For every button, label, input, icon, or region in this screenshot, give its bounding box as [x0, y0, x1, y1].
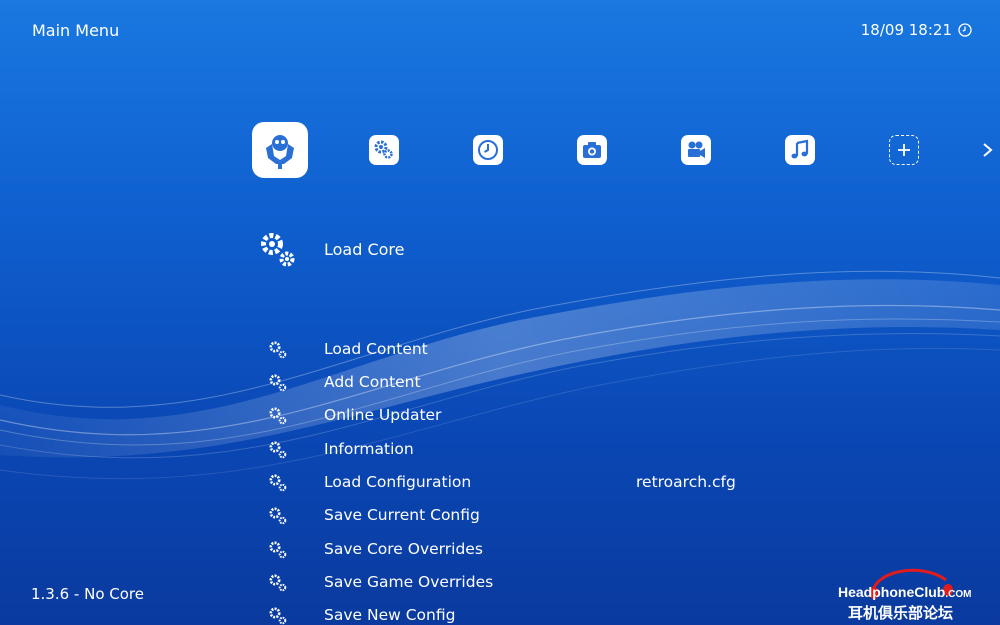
- tab-settings-tile: [369, 135, 399, 165]
- menu-item-load-content[interactable]: Load Content: [268, 336, 828, 364]
- gears-icon: [269, 341, 287, 359]
- menu-item-save-game-overrides[interactable]: Save Game Overrides: [268, 569, 828, 597]
- menu-item-save-new-config[interactable]: Save New Config: [268, 602, 828, 625]
- menu-item-label: Information: [324, 440, 414, 458]
- gears-icon: [269, 374, 287, 392]
- retroarch-invader-icon: [266, 135, 294, 169]
- tab-add-tile: [889, 135, 919, 165]
- tab-images-tile: [577, 135, 607, 165]
- tab-images[interactable]: [564, 122, 620, 178]
- gears-icon: [269, 474, 287, 492]
- gears-icon: [269, 441, 287, 459]
- menu-item-value: retroarch.cfg: [636, 473, 736, 491]
- tab-history-tile: [473, 135, 503, 165]
- gears-icon: [261, 233, 295, 267]
- gears-icon: [269, 507, 287, 525]
- menu-item-label: Save Current Config: [324, 506, 480, 524]
- menu-item-label: Load Configuration: [324, 473, 472, 491]
- tab-next-partial[interactable]: [980, 122, 1000, 178]
- tab-main-menu-tile: [252, 122, 308, 178]
- gears-icon: [269, 574, 287, 592]
- movie-camera-icon: [688, 141, 705, 158]
- chevron-right-icon: [983, 143, 993, 157]
- gears-icon: [269, 407, 287, 425]
- gears-icon: [269, 541, 287, 559]
- tab-main-menu[interactable]: [252, 122, 308, 178]
- menu-item-label: Save Game Overrides: [324, 573, 494, 591]
- tab-settings[interactable]: [356, 122, 412, 178]
- tab-bar: [252, 122, 1000, 178]
- watermark-text: HeadphoneClub.COM: [838, 584, 971, 600]
- selected-item-load-core[interactable]: Load Core: [258, 230, 405, 270]
- menu-item-label: Save New Config: [324, 606, 456, 624]
- menu-item-information[interactable]: Information: [268, 436, 828, 464]
- clock-icon: [958, 23, 972, 37]
- clock-text: 18/09 18:21: [860, 21, 952, 39]
- tab-music[interactable]: [772, 122, 828, 178]
- background-wave: [0, 270, 1000, 480]
- version-status: 1.3.6 - No Core: [31, 585, 144, 603]
- add-plus-icon: [898, 144, 910, 156]
- settings-gear-icon: [374, 140, 393, 159]
- menu-item-label: Save Core Overrides: [324, 540, 483, 558]
- menu-item-load-configuration[interactable]: Load Configuration retroarch.cfg: [268, 469, 828, 497]
- menu-item-add-content[interactable]: Add Content: [268, 369, 828, 397]
- history-clock-icon: [478, 140, 498, 160]
- tab-music-tile: [785, 135, 815, 165]
- menu-item-save-core-overrides[interactable]: Save Core Overrides: [268, 536, 828, 564]
- tab-history[interactable]: [460, 122, 516, 178]
- menu-item-label: Online Updater: [324, 406, 442, 424]
- tab-video-tile: [681, 135, 711, 165]
- watermark-logo: HeadphoneClub.COM 耳机俱乐部论坛: [834, 560, 994, 622]
- watermark-cn-text: 耳机俱乐部论坛: [848, 604, 954, 622]
- tab-add[interactable]: [876, 122, 932, 178]
- tab-video[interactable]: [668, 122, 724, 178]
- camera-icon: [583, 142, 601, 158]
- menu-item-label: Load Content: [324, 340, 428, 358]
- page-title: Main Menu: [32, 21, 120, 40]
- menu-item-online-updater[interactable]: Online Updater: [268, 402, 828, 430]
- menu-item-save-current-config[interactable]: Save Current Config: [268, 502, 828, 530]
- gears-icon: [269, 607, 287, 625]
- menu-item-label: Add Content: [324, 373, 421, 391]
- watermark-suffix: .COM: [945, 589, 972, 600]
- selected-item-label: Load Core: [324, 240, 405, 259]
- clock: 18/09 18:21: [861, 21, 972, 39]
- watermark-site: HeadphoneClub: [838, 584, 946, 600]
- music-note-icon: [791, 139, 809, 159]
